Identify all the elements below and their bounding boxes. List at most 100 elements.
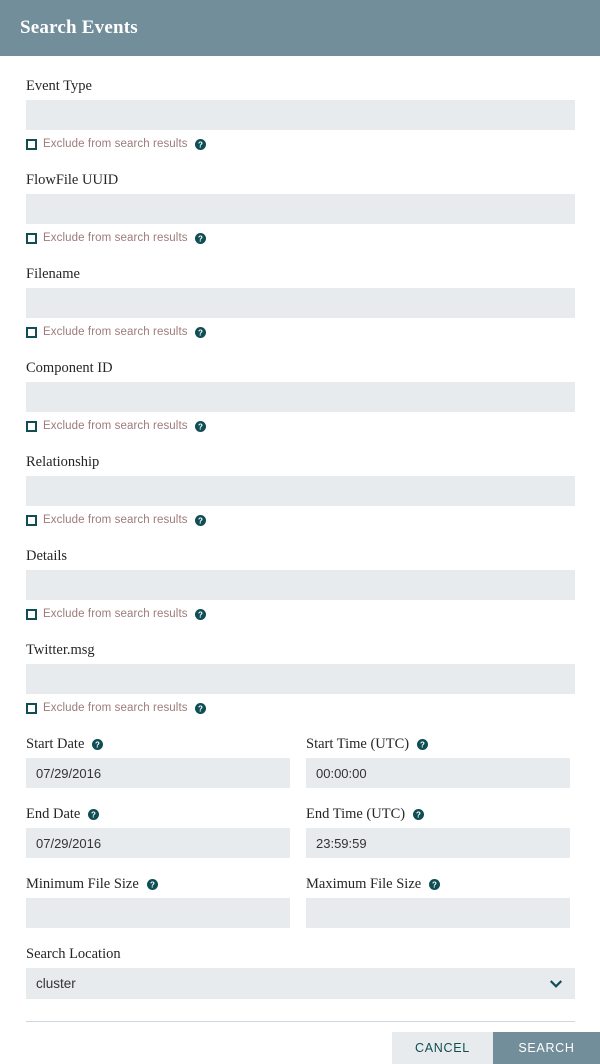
exclude-label: Exclude from search results bbox=[43, 138, 188, 150]
field-input[interactable] bbox=[26, 288, 575, 318]
footer-divider bbox=[26, 1021, 575, 1022]
field-input[interactable] bbox=[26, 570, 575, 600]
label-with-help: End Time (UTC)? bbox=[306, 806, 570, 823]
field-group: Relationship Exclude from search results? bbox=[26, 454, 575, 527]
svg-text:?: ? bbox=[95, 740, 100, 749]
field-input[interactable] bbox=[26, 476, 575, 506]
page-title: Search Events bbox=[20, 17, 138, 38]
svg-text:?: ? bbox=[198, 610, 203, 619]
text-field-list: Event Type Exclude from search results? Fl… bbox=[26, 78, 575, 715]
help-circle-icon[interactable]: ? bbox=[194, 232, 206, 244]
exclude-row: Exclude from search results? bbox=[26, 513, 575, 527]
field-label: End Date bbox=[26, 806, 81, 822]
date-field-group: End Time (UTC)? bbox=[306, 806, 570, 858]
help-circle-icon[interactable]: ? bbox=[429, 879, 441, 890]
date-field-group: End Date? bbox=[26, 806, 290, 858]
checkbox-unchecked-icon[interactable] bbox=[26, 232, 37, 244]
field-label: Relationship bbox=[26, 454, 100, 470]
svg-text:?: ? bbox=[420, 740, 425, 749]
svg-text:?: ? bbox=[198, 328, 203, 337]
field-group: Component ID Exclude from search results? bbox=[26, 360, 575, 433]
field-label: Maximum File Size bbox=[306, 876, 422, 892]
label-with-help: End Date? bbox=[26, 806, 290, 823]
exclude-row: Exclude from search results? bbox=[26, 607, 575, 621]
svg-text:?: ? bbox=[198, 140, 203, 149]
field-group: Filename Exclude from search results? bbox=[26, 266, 575, 339]
svg-text:?: ? bbox=[198, 704, 203, 713]
exclude-row: Exclude from search results? bbox=[26, 325, 575, 339]
svg-text:?: ? bbox=[198, 516, 203, 525]
field-group: Event Type Exclude from search results? bbox=[26, 78, 575, 151]
label-with-help: Maximum File Size? bbox=[306, 876, 570, 893]
field-input[interactable] bbox=[26, 194, 575, 224]
field-label: Details bbox=[26, 548, 68, 564]
exclude-label: Exclude from search results bbox=[43, 232, 188, 244]
date-range-section: Start Date?Start Time (UTC)?End Date?End… bbox=[26, 736, 575, 928]
date-field-group: Start Date? bbox=[26, 736, 290, 788]
exclude-row: Exclude from search results? bbox=[26, 231, 575, 245]
exclude-label: Exclude from search results bbox=[43, 514, 188, 526]
help-circle-icon[interactable]: ? bbox=[194, 608, 206, 620]
date-value-input[interactable] bbox=[306, 828, 570, 858]
checkbox-unchecked-icon[interactable] bbox=[26, 702, 37, 714]
dialog-button-row: CANCEL SEARCH bbox=[0, 1032, 600, 1064]
help-circle-icon[interactable]: ? bbox=[194, 702, 206, 714]
date-field-group: Minimum File Size? bbox=[26, 876, 290, 928]
search-location-group: Search Location cluster bbox=[26, 946, 575, 999]
date-row: Minimum File Size? Maximum File Size? bbox=[26, 876, 575, 928]
exclude-row: Exclude from search results? bbox=[26, 137, 575, 151]
date-field-group: Maximum File Size? bbox=[306, 876, 570, 928]
help-circle-icon[interactable]: ? bbox=[417, 739, 429, 750]
search-events-form: Event Type Exclude from search results? Fl… bbox=[0, 56, 600, 1022]
help-circle-icon[interactable]: ? bbox=[146, 879, 158, 890]
date-value-input[interactable] bbox=[306, 758, 570, 788]
field-label: Filename bbox=[26, 266, 80, 282]
date-value-input[interactable] bbox=[26, 828, 290, 858]
field-group: Details Exclude from search results? bbox=[26, 548, 575, 621]
exclude-row: Exclude from search results? bbox=[26, 701, 575, 715]
checkbox-unchecked-icon[interactable] bbox=[26, 608, 37, 620]
date-value-input[interactable] bbox=[26, 758, 290, 788]
field-input[interactable] bbox=[26, 100, 575, 130]
search-location-value[interactable]: cluster bbox=[26, 968, 575, 999]
field-input[interactable] bbox=[26, 664, 575, 694]
help-circle-icon[interactable]: ? bbox=[194, 420, 206, 432]
dialog-header: Search Events bbox=[0, 0, 600, 56]
field-group: Twitter.msg Exclude from search results? bbox=[26, 642, 575, 715]
field-input[interactable] bbox=[26, 382, 575, 412]
exclude-row: Exclude from search results? bbox=[26, 419, 575, 433]
field-label: Start Date bbox=[26, 736, 85, 752]
search-location-label: Search Location bbox=[26, 946, 121, 962]
field-group: FlowFile UUID Exclude from search results… bbox=[26, 172, 575, 245]
help-circle-icon[interactable]: ? bbox=[413, 809, 425, 820]
field-label: Component ID bbox=[26, 360, 113, 376]
help-circle-icon[interactable]: ? bbox=[88, 809, 100, 820]
field-label: End Time (UTC) bbox=[306, 806, 406, 822]
checkbox-unchecked-icon[interactable] bbox=[26, 138, 37, 150]
checkbox-unchecked-icon[interactable] bbox=[26, 420, 37, 432]
help-circle-icon[interactable]: ? bbox=[194, 326, 206, 338]
label-with-help: Minimum File Size? bbox=[26, 876, 290, 893]
checkbox-unchecked-icon[interactable] bbox=[26, 514, 37, 526]
date-row: Start Date?Start Time (UTC)? bbox=[26, 736, 575, 788]
checkbox-unchecked-icon[interactable] bbox=[26, 326, 37, 338]
field-label: Event Type bbox=[26, 78, 92, 94]
cancel-button[interactable]: CANCEL bbox=[392, 1032, 493, 1064]
field-label: FlowFile UUID bbox=[26, 172, 119, 188]
help-circle-icon[interactable]: ? bbox=[194, 514, 206, 526]
svg-text:?: ? bbox=[150, 880, 155, 889]
svg-text:?: ? bbox=[416, 810, 421, 819]
label-with-help: Start Date? bbox=[26, 736, 290, 753]
svg-text:?: ? bbox=[198, 234, 203, 243]
field-label: Start Time (UTC) bbox=[306, 736, 410, 752]
field-label: Minimum File Size bbox=[26, 876, 139, 892]
field-label: Twitter.msg bbox=[26, 642, 95, 658]
search-location-select[interactable]: cluster bbox=[26, 968, 575, 999]
help-circle-icon[interactable]: ? bbox=[194, 138, 206, 150]
date-value-input[interactable] bbox=[306, 898, 570, 928]
svg-text:?: ? bbox=[91, 810, 96, 819]
help-circle-icon[interactable]: ? bbox=[92, 739, 104, 750]
date-value-input[interactable] bbox=[26, 898, 290, 928]
label-with-help: Start Time (UTC)? bbox=[306, 736, 570, 753]
search-button[interactable]: SEARCH bbox=[493, 1032, 600, 1064]
